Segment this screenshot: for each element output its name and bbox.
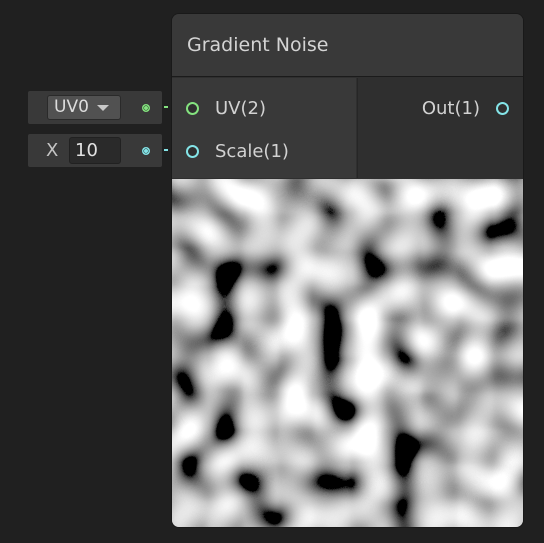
chevron-down-icon (97, 105, 109, 111)
uv-channel-value: UV0 (54, 97, 89, 117)
port-ring-icon[interactable] (496, 101, 509, 115)
input-port-scale[interactable]: Scale(1) (186, 139, 289, 163)
uv-field-connector-icon[interactable] (142, 104, 150, 112)
noise-preview (172, 179, 523, 527)
input-ports: UV(2) Scale(1) (172, 78, 356, 178)
input-port-uv[interactable]: UV(2) (186, 96, 266, 120)
scale-value-input[interactable] (69, 137, 121, 164)
port-ring-icon[interactable] (186, 101, 199, 115)
output-port-out[interactable]: Out(1) (422, 96, 509, 120)
output-ports: Out(1) (357, 78, 523, 178)
output-port-label: Out(1) (421, 97, 480, 119)
node-ports: UV(2) Scale(1) Out(1) (172, 78, 523, 178)
scale-field-connector-icon[interactable] (142, 147, 150, 155)
scale-inline-field: X (28, 134, 162, 167)
gradient-noise-node[interactable]: Gradient Noise UV(2) Scale(1) Out(1) (172, 14, 523, 527)
uv-inline-field: UV0 (28, 91, 162, 124)
port-ring-icon[interactable] (186, 144, 199, 158)
uv-channel-dropdown[interactable]: UV0 (47, 95, 121, 120)
input-port-label: Scale(1) (215, 140, 289, 162)
noise-preview-image (172, 179, 523, 527)
shader-graph-canvas[interactable]: UV0 X Gradient Noise UV(2) Scale(1) (0, 0, 544, 543)
scale-axis-label: X (46, 140, 59, 161)
node-title[interactable]: Gradient Noise (172, 14, 523, 77)
input-port-label: UV(2) (215, 97, 266, 119)
